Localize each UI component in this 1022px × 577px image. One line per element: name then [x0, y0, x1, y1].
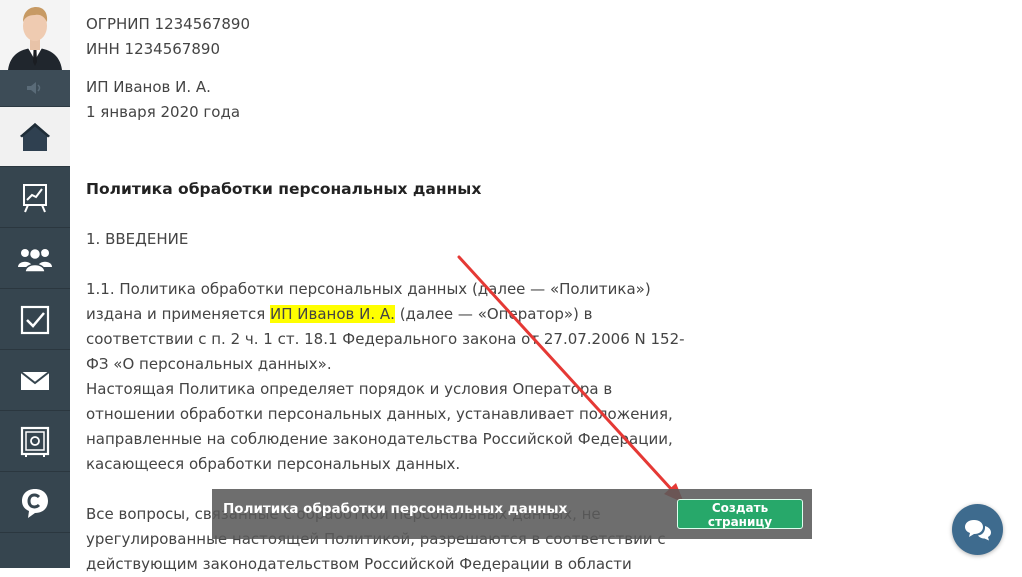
page-action-bar-title: Политика обработки персональных данных	[223, 501, 568, 517]
date-line: 1 января 2020 года	[86, 103, 241, 121]
sidebar-item-reports[interactable]	[0, 168, 70, 228]
sidebar-item-chat[interactable]	[0, 473, 70, 533]
chat-bubbles-icon	[964, 519, 991, 540]
sidebar-item-home[interactable]	[0, 107, 70, 167]
section-heading: 1. ВВЕДЕНИЕ	[86, 230, 189, 248]
sidebar	[0, 0, 70, 568]
inn-line: ИНН 1234567890	[86, 40, 220, 58]
chart-board-icon	[23, 183, 47, 212]
ogrnip-line: ОГРНИП 1234567890	[86, 15, 250, 33]
sidebar-item-clients[interactable]	[0, 229, 70, 289]
paragraph-scope: Настоящая Политика определяет порядок и …	[86, 380, 673, 473]
document-title: Политика обработки персональных данных	[86, 180, 482, 198]
page-action-bar: Политика обработки персональных данных С…	[212, 489, 812, 539]
chat-c-icon	[22, 488, 48, 518]
sidebar-item-mail[interactable]	[0, 351, 70, 411]
sidebar-item-finance[interactable]	[0, 412, 70, 472]
users-icon	[18, 247, 52, 273]
safe-icon	[20, 426, 50, 457]
mail-icon	[20, 370, 50, 390]
home-icon	[20, 122, 50, 151]
create-page-button[interactable]: Создать страницу	[677, 499, 803, 529]
ip-name-line: ИП Иванов И. А.	[86, 78, 211, 96]
speaker-icon	[27, 82, 41, 94]
sidebar-item-tasks[interactable]	[0, 290, 70, 350]
paragraph-intro: 1.1. Политика обработки персональных дан…	[86, 277, 686, 377]
highlighted-operator-name: ИП Иванов И. А.	[270, 305, 395, 323]
checkbox-icon	[20, 305, 50, 334]
avatar[interactable]	[0, 0, 70, 70]
chat-widget-button[interactable]	[952, 504, 1003, 555]
sound-toggle[interactable]	[0, 70, 70, 107]
